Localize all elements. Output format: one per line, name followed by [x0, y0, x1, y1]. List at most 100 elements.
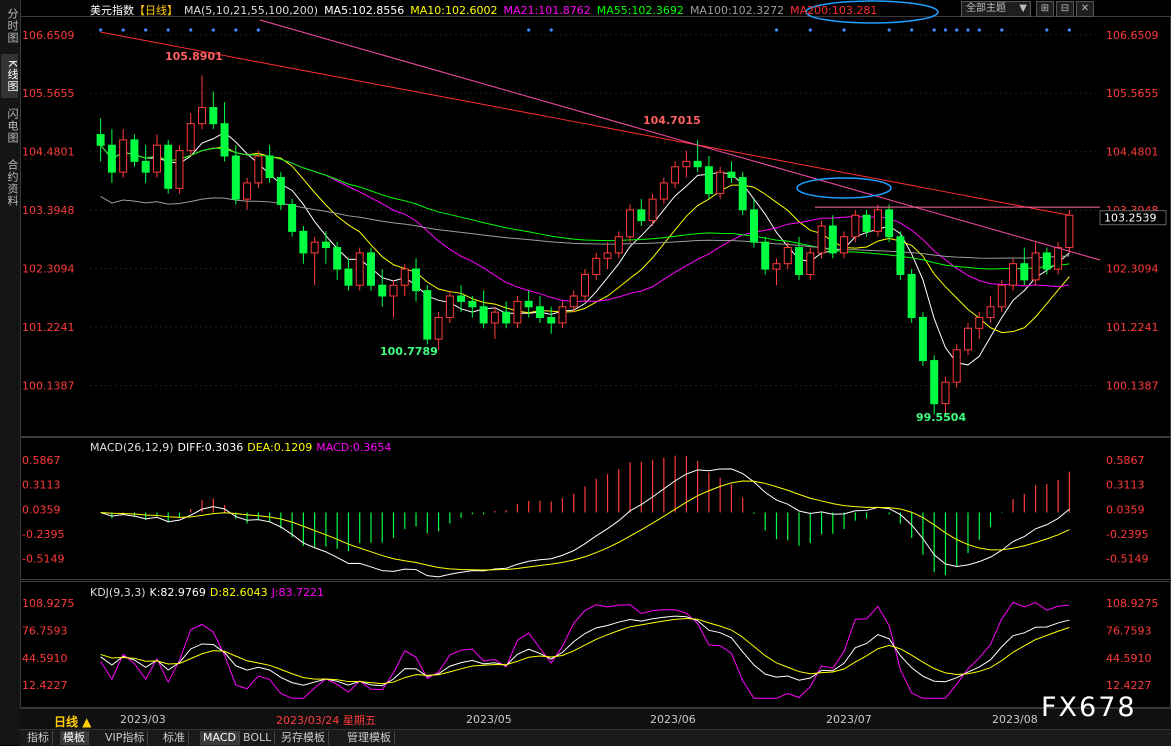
- candle-down: [479, 306, 488, 324]
- macd-tick-label: 0.3113: [1106, 479, 1145, 492]
- candle-down: [468, 300, 477, 308]
- candle-up: [310, 241, 319, 254]
- macd-tick-label: 0.0359: [22, 503, 61, 516]
- candle-down: [209, 107, 218, 125]
- tab-indicators[interactable]: 指标: [24, 731, 53, 745]
- macd-frame: [20, 437, 1171, 580]
- candle-down: [693, 160, 702, 168]
- kdj-tick-label: 108.9275: [22, 597, 75, 610]
- candle-down: [930, 360, 939, 405]
- kdj-tick-label: 44.5910: [1106, 652, 1152, 665]
- ma-params[interactable]: MA(5,10,21,55,100,200): [184, 4, 318, 17]
- tab-kline[interactable]: K线图: [1, 54, 19, 98]
- ma55-value: MA55:102.3692: [596, 4, 684, 17]
- candle-down: [738, 177, 747, 211]
- signal-dot: [211, 28, 215, 32]
- ma10-line: [100, 144, 1070, 334]
- collapse-icon[interactable]: ⊟: [1056, 1, 1074, 17]
- price-annotation: 99.5504: [916, 411, 966, 424]
- theme-select[interactable]: 全部主题 ▼: [961, 1, 1031, 17]
- signal-dot: [527, 28, 531, 32]
- candle-down: [704, 166, 713, 195]
- grid: [20, 16, 1171, 708]
- macd-diff-line: [100, 468, 1070, 578]
- left-toolbar: 分时图 K线图 闪电图 合约资料: [0, 0, 21, 745]
- tab-contract-info[interactable]: 合约资料: [1, 154, 19, 212]
- date-label: 2023/08: [992, 713, 1038, 726]
- price-annotation: 105.8901: [165, 50, 223, 63]
- candle-up: [626, 209, 635, 238]
- signal-dot: [932, 28, 936, 32]
- signal-dot: [774, 28, 779, 32]
- candle-up: [952, 349, 961, 383]
- candle-down: [896, 236, 905, 275]
- candle-up: [198, 107, 207, 125]
- macd-title[interactable]: MACD(26,12,9): [90, 441, 174, 454]
- period-tag[interactable]: 【日线】: [134, 4, 178, 17]
- tab-timeshare[interactable]: 分时图: [1, 4, 19, 48]
- date-axis: 日线 ▲ 2023/03/24 星期五 2023/03 2023/05 2023…: [20, 708, 1171, 729]
- candle-up: [389, 284, 398, 297]
- candle-up: [682, 160, 691, 168]
- candle-up: [445, 295, 454, 319]
- highlight-ellipse: [796, 177, 892, 199]
- candle-up: [975, 317, 984, 329]
- kdj-tick-label: 44.5910: [22, 652, 68, 665]
- candle-up: [772, 263, 781, 270]
- macd-tick-label: 0.3113: [22, 479, 61, 492]
- chart-area[interactable]: 105.8901 104.7015 100.7789 99.5504 106.6509…: [20, 0, 1171, 708]
- candle-down: [502, 311, 511, 324]
- tab-macd[interactable]: MACD: [200, 731, 240, 745]
- candle-down: [344, 268, 353, 286]
- macd-header: MACD(26,12,9) DIFF:0.3036 DEA:0.1209 MACD:0…: [90, 441, 395, 454]
- signal-dot: [1067, 28, 1071, 32]
- candle-up: [648, 198, 657, 222]
- period-button[interactable]: 日线 ▲: [54, 713, 91, 730]
- price-tick-label: 103.3948: [22, 204, 75, 217]
- price-tick-label: 106.6509: [1106, 29, 1159, 42]
- candle-down: [130, 139, 139, 162]
- signal-dot: [121, 28, 125, 32]
- date-label: 2023/06: [650, 713, 696, 726]
- tab-save-template[interactable]: 另存模板: [278, 731, 329, 745]
- instrument-name: 美元指数: [90, 4, 134, 17]
- candle-up: [558, 306, 567, 324]
- candle-up: [152, 144, 161, 173]
- signal-dot: [977, 28, 981, 32]
- signal-dot: [234, 28, 238, 32]
- price-tick-label: 105.5655: [22, 87, 75, 100]
- tab-vip-indicators[interactable]: VIP指标: [102, 731, 149, 745]
- tab-templates[interactable]: 模板: [60, 731, 89, 745]
- cursor-date: 2023/03/24 星期五: [276, 714, 376, 727]
- date-label: 2023/07: [826, 713, 872, 726]
- kdj-title[interactable]: KDJ(9,3,3): [90, 586, 146, 599]
- tab-boll[interactable]: BOLL: [240, 731, 276, 745]
- price-tick-label: 101.2241: [22, 321, 75, 334]
- candle-up: [783, 247, 792, 265]
- tab-standard[interactable]: 标准: [160, 731, 189, 745]
- candle-down: [366, 252, 375, 286]
- price-tick-label: 104.4801: [22, 146, 75, 159]
- candle-down: [761, 241, 770, 270]
- candle-down: [276, 177, 285, 205]
- signal-dot: [842, 28, 846, 32]
- candle-up: [941, 381, 950, 405]
- expand-icon[interactable]: ⊞: [1036, 1, 1054, 17]
- close-icon[interactable]: ✕: [1076, 1, 1094, 17]
- watermark-logo: FX678: [1041, 692, 1137, 723]
- candle-up: [671, 166, 680, 184]
- candle-up: [603, 252, 612, 259]
- candle-up: [513, 300, 522, 324]
- candle-up: [963, 327, 972, 351]
- macd-tick-label: -0.2395: [1106, 528, 1148, 541]
- candle-up: [581, 273, 589, 297]
- candle-up: [986, 306, 995, 319]
- kdj-panel: [100, 601, 1070, 699]
- kdj-k: K:82.9769: [149, 586, 206, 599]
- tab-manage-templates[interactable]: 管理模板: [344, 731, 395, 745]
- chevron-down-icon: ▼: [1019, 3, 1027, 14]
- tab-flash[interactable]: 闪电图: [1, 104, 19, 148]
- signal-dot: [887, 28, 891, 32]
- main-frame: [20, 16, 1171, 437]
- candle-down: [141, 160, 150, 173]
